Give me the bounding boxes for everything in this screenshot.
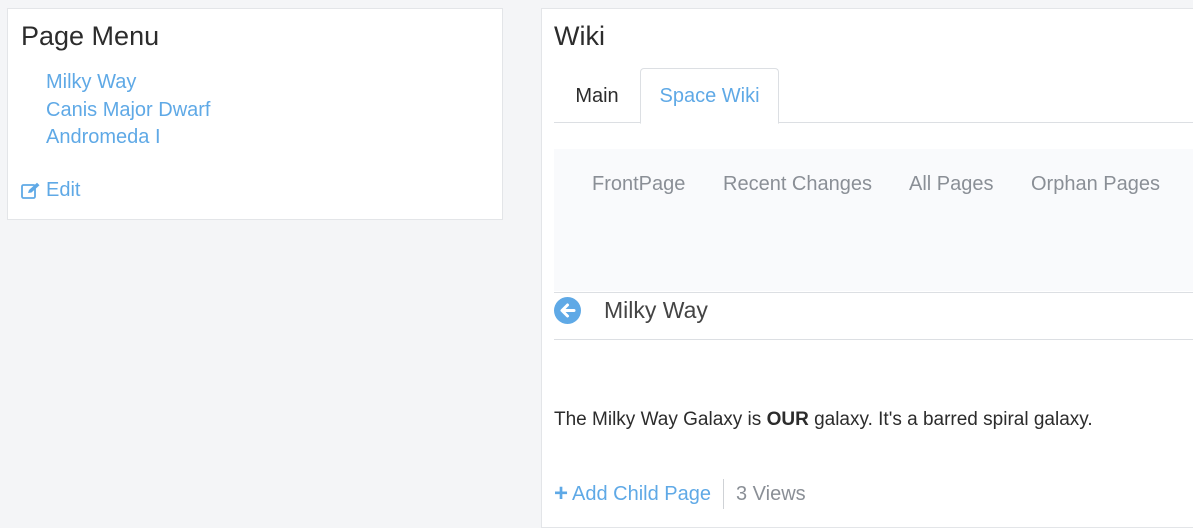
content-suffix: galaxy. It's a barred spiral galaxy. [808, 409, 1093, 430]
page-footer: + Add Child Page 3 Views [554, 479, 806, 509]
wiki-panel: Wiki Main Space Wiki FrontPage Recent Ch… [541, 8, 1193, 528]
wiki-tabs: Main Space Wiki [554, 68, 1193, 124]
content-bold: OUR [766, 409, 809, 430]
subnav-frontpage[interactable]: FrontPage [592, 173, 685, 196]
wiki-title: Wiki [554, 21, 605, 51]
page-menu-panel: Page Menu Milky Way Canis Major Dwarf An… [7, 8, 503, 220]
subnav-all-pages[interactable]: All Pages [909, 173, 994, 196]
page-header: Milky Way [554, 292, 1193, 340]
add-child-page-button[interactable]: + Add Child Page [554, 482, 711, 506]
subnav-orphan-pages[interactable]: Orphan Pages [1031, 173, 1160, 196]
tab-space-wiki[interactable]: Space Wiki [640, 68, 779, 124]
wiki-subnav: FrontPage Recent Changes All Pages Orpha… [554, 149, 1193, 291]
views-count: 3 Views [736, 482, 806, 505]
plus-icon: + [554, 480, 569, 507]
footer-divider [723, 479, 724, 509]
page-menu-title: Page Menu [21, 21, 160, 51]
page-menu-item-milky-way[interactable]: Milky Way [46, 69, 210, 97]
subnav-recent-changes[interactable]: Recent Changes [723, 173, 872, 196]
page-content: The Milky Way Galaxy is OUR galaxy. It's… [554, 409, 1093, 431]
arrow-circle-left-icon[interactable] [554, 297, 581, 324]
page-name: Milky Way [604, 297, 708, 323]
content-prefix: The Milky Way Galaxy is [554, 409, 767, 430]
page-menu-list: Milky Way Canis Major Dwarf Andromeda I [46, 69, 210, 152]
page-menu-item-canis-major-dwarf[interactable]: Canis Major Dwarf [46, 97, 210, 125]
edit-label: Edit [46, 179, 81, 201]
tab-main[interactable]: Main [554, 68, 640, 124]
add-child-page-label: Add Child Page [572, 482, 711, 505]
edit-icon [21, 182, 40, 199]
page-menu-item-andromeda-i[interactable]: Andromeda I [46, 124, 210, 152]
edit-button[interactable]: Edit [21, 179, 80, 202]
